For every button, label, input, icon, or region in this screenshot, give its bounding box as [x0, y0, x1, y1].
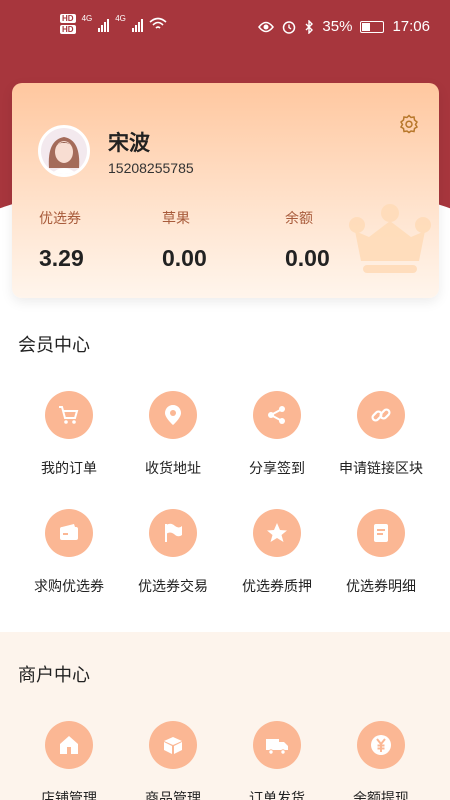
- member-center-title: 会员中心: [18, 335, 90, 355]
- avatar[interactable]: [38, 125, 90, 177]
- alarm-icon: [283, 20, 296, 34]
- settings-icon[interactable]: [399, 114, 419, 134]
- clock: 17:06: [392, 18, 430, 35]
- bluetooth-icon: [305, 19, 314, 34]
- network-type-2: 4G: [115, 14, 126, 23]
- share-icon: [253, 391, 301, 439]
- eye-icon: [258, 21, 275, 32]
- cart-icon: [45, 391, 93, 439]
- link-icon: [357, 391, 405, 439]
- stat-caoguo[interactable]: 草果 0.00: [162, 208, 207, 272]
- grid-label: 优选券交易: [138, 578, 208, 594]
- yen-icon: [357, 721, 405, 769]
- star-icon: [253, 509, 301, 557]
- battery-percent: 35%: [322, 18, 353, 35]
- grid-label: 店铺管理: [41, 790, 97, 800]
- grid-item-order-ship[interactable]: 订单发货: [225, 721, 329, 800]
- user-phone: 15208255785: [108, 160, 194, 176]
- grid-label: 订单发货: [249, 790, 305, 800]
- grid-label: 求购优选券: [34, 578, 104, 594]
- grid-item-apply-link[interactable]: 申请链接区块: [329, 391, 433, 478]
- grid-item-coupon-trade[interactable]: 优选券交易: [121, 509, 225, 596]
- grid-label: 优选券质押: [242, 578, 312, 594]
- hd-badge-2: HD: [60, 25, 76, 34]
- grid-item-goods-manage[interactable]: 商品管理: [121, 721, 225, 800]
- stat-balance[interactable]: 余额 0.00: [285, 208, 330, 272]
- grid-item-shop-manage[interactable]: 店铺管理: [17, 721, 121, 800]
- wallet-icon: [45, 509, 93, 557]
- stat-value: 0.00: [285, 245, 330, 271]
- grid-item-coupon-detail[interactable]: 优选券明细: [329, 509, 433, 596]
- network-type-1: 4G: [81, 14, 93, 23]
- grid-item-buy-coupon[interactable]: 求购优选券: [17, 509, 121, 596]
- location-pin-icon: [149, 391, 197, 439]
- grid-item-address[interactable]: 收货地址: [121, 391, 225, 478]
- grid-item-my-orders[interactable]: 我的订单: [17, 391, 121, 478]
- status-bar: HD HD 4G 4G 35% 17:06: [0, 0, 450, 56]
- wifi-icon: [149, 17, 167, 29]
- box-icon: [149, 721, 197, 769]
- grid-item-share[interactable]: 分享签到: [225, 391, 329, 478]
- truck-icon: [253, 721, 301, 769]
- grid-item-coupon-pledge[interactable]: 优选券质押: [225, 509, 329, 596]
- flag-icon: [149, 509, 197, 557]
- profile-card: 宋波 15208255785 优选券 3.29 草果 0.00 余额 0.00: [12, 83, 439, 298]
- grid-label: 我的订单: [41, 460, 97, 476]
- home-icon: [45, 721, 93, 769]
- stat-label: 余额: [285, 210, 313, 226]
- stat-value: 3.29: [39, 245, 84, 271]
- stat-label: 草果: [162, 210, 190, 226]
- battery-icon: [360, 20, 385, 33]
- stat-value: 0.00: [162, 245, 207, 271]
- grid-label: 余额提现: [353, 790, 409, 800]
- crown-icon: [349, 204, 431, 273]
- stat-coupon[interactable]: 优选券 3.29: [39, 208, 84, 272]
- signal-icon: [98, 16, 110, 32]
- grid-item-withdraw[interactable]: 余额提现: [329, 721, 433, 800]
- document-icon: [357, 509, 405, 557]
- merchant-center-title: 商户中心: [18, 665, 90, 685]
- grid-label: 优选券明细: [346, 578, 416, 594]
- user-name: 宋波: [108, 132, 150, 155]
- grid-label: 商品管理: [145, 790, 201, 800]
- grid-label: 分享签到: [249, 460, 305, 476]
- hd-badge-1: HD: [60, 14, 76, 23]
- signal-icon-2: [131, 16, 143, 32]
- grid-label: 收货地址: [145, 460, 201, 476]
- stat-label: 优选券: [39, 210, 81, 226]
- grid-label: 申请链接区块: [339, 460, 423, 476]
